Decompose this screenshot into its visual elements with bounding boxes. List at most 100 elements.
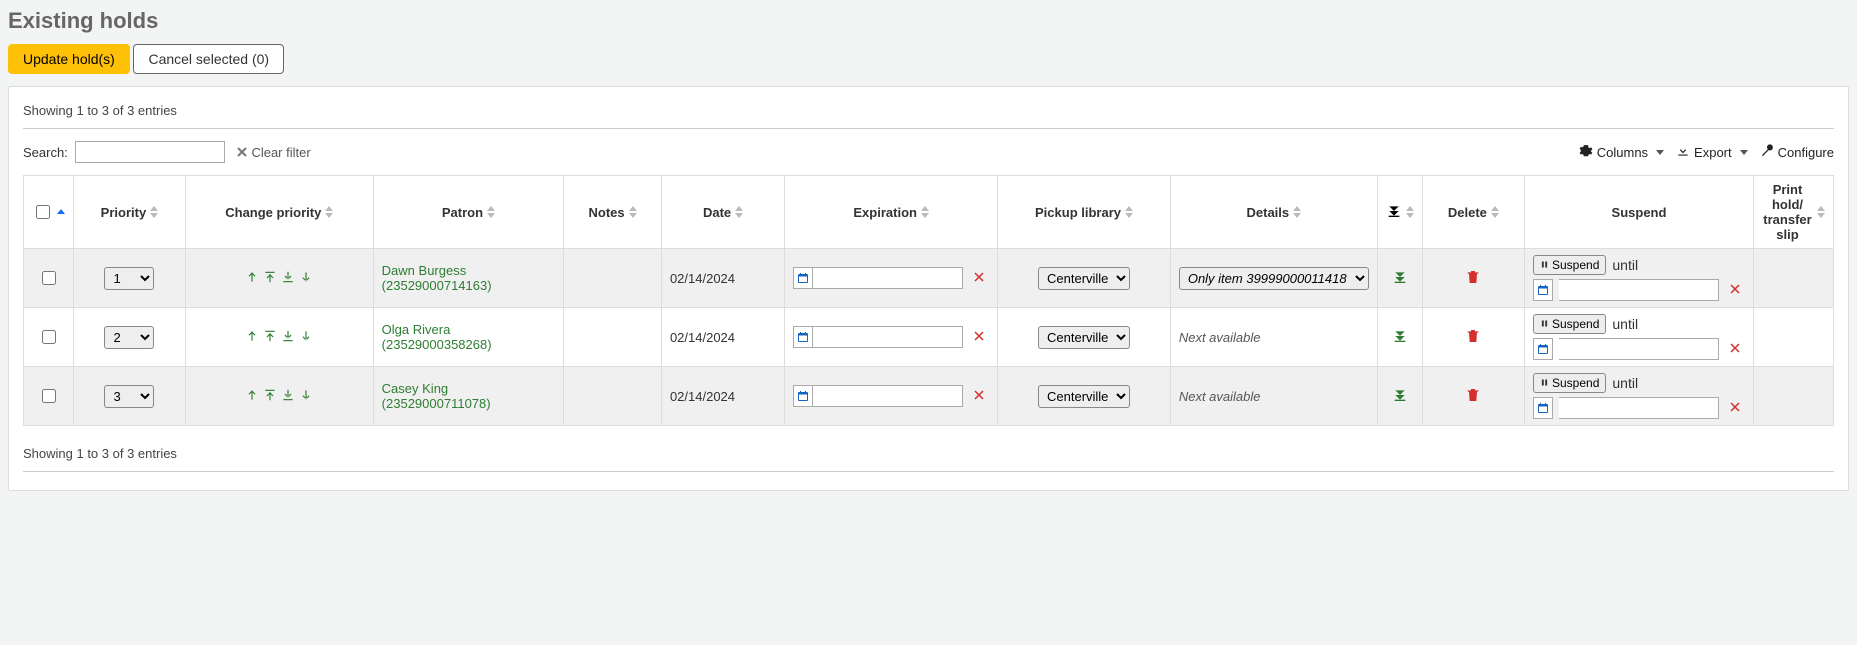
entries-info-bottom: Showing 1 to 3 of 3 entries (23, 440, 1834, 467)
export-dropdown[interactable]: Export (1676, 144, 1748, 161)
col-print-label: Print hold/ transfer slip (1762, 182, 1813, 242)
date-cell: 02/14/2024 (661, 249, 784, 308)
clear-suspend-icon[interactable] (1725, 401, 1745, 416)
col-change-priority-label: Change priority (225, 205, 321, 220)
calendar-icon[interactable] (793, 326, 813, 348)
col-change-priority[interactable]: Change priority (185, 176, 373, 249)
col-details[interactable]: Details (1170, 176, 1377, 249)
suspend-until-input[interactable] (1559, 338, 1719, 360)
table-row: 2Olga Rivera(23529000358268)02/14/2024Ce… (24, 308, 1834, 367)
calendar-icon[interactable] (1533, 397, 1553, 419)
expiration-input[interactable] (813, 385, 963, 407)
lowest-priority-icon[interactable] (1392, 273, 1408, 288)
table-row: 1 Dawn Burgess(23529000714163) 02/14/2024 C… (24, 249, 1834, 308)
move-up-icon[interactable] (245, 329, 259, 343)
clear-expiration-icon[interactable] (969, 330, 989, 345)
move-down-icon[interactable] (299, 388, 313, 402)
suspend-until-input[interactable] (1559, 279, 1719, 301)
separator (23, 128, 1834, 129)
calendar-icon[interactable] (793, 267, 813, 289)
x-icon (237, 145, 247, 160)
col-patron[interactable]: Patron (373, 176, 564, 249)
clear-suspend-icon[interactable] (1725, 342, 1745, 357)
priority-select[interactable]: 2 (104, 326, 154, 349)
columns-dropdown[interactable]: Columns (1579, 144, 1664, 161)
until-label: until (1612, 316, 1638, 332)
col-priority[interactable]: Priority (74, 176, 186, 249)
row-checkbox[interactable] (42, 271, 56, 285)
suspend-button-label: Suspend (1552, 317, 1599, 331)
col-details-label: Details (1247, 205, 1290, 220)
suspend-until-input[interactable] (1559, 397, 1719, 419)
patron-code: (23529000714163) (382, 278, 492, 293)
delete-icon[interactable] (1465, 332, 1481, 347)
col-checkbox[interactable] (24, 176, 74, 249)
expiration-input[interactable] (813, 326, 963, 348)
move-bottom-icon[interactable] (281, 388, 295, 402)
notes-cell (564, 367, 662, 426)
patron-link[interactable]: Olga Rivera (382, 322, 451, 337)
chevron-down-icon (1740, 150, 1748, 155)
move-top-icon[interactable] (263, 270, 277, 284)
search-input[interactable] (75, 141, 225, 163)
col-print-slip[interactable]: Print hold/ transfer slip (1754, 176, 1834, 249)
cancel-selected-button[interactable]: Cancel selected (0) (133, 44, 284, 74)
chevron-down-icon (1656, 150, 1664, 155)
row-checkbox[interactable] (42, 389, 56, 403)
pickup-library-select[interactable]: Centerville (1038, 385, 1130, 408)
move-down-icon[interactable] (299, 329, 313, 343)
calendar-icon[interactable] (1533, 279, 1553, 301)
move-bottom-icon[interactable] (281, 270, 295, 284)
move-bottom-icon[interactable] (281, 329, 295, 343)
col-pickup[interactable]: Pickup library (998, 176, 1171, 249)
delete-icon[interactable] (1465, 391, 1481, 406)
move-down-icon[interactable] (299, 270, 313, 284)
columns-label: Columns (1597, 145, 1648, 160)
priority-select[interactable]: 3 (104, 385, 154, 408)
delete-icon[interactable] (1465, 273, 1481, 288)
move-top-icon[interactable] (263, 388, 277, 402)
clear-suspend-icon[interactable] (1725, 283, 1745, 298)
pickup-library-select[interactable]: Centerville (1038, 267, 1130, 290)
clear-expiration-icon[interactable] (969, 389, 989, 404)
pickup-library-select[interactable]: Centerville (1038, 326, 1130, 349)
col-date-label: Date (703, 205, 731, 220)
col-notes-label: Notes (589, 205, 625, 220)
suspend-button-label: Suspend (1552, 376, 1599, 390)
move-up-icon[interactable] (245, 388, 259, 402)
clear-filter-link[interactable]: Clear filter (237, 145, 310, 160)
date-cell: 02/14/2024 (661, 308, 784, 367)
move-up-icon[interactable] (245, 270, 259, 284)
clear-expiration-icon[interactable] (969, 271, 989, 286)
col-suspend[interactable]: Suspend (1525, 176, 1754, 249)
patron-link[interactable]: Dawn Burgess (382, 263, 467, 278)
notes-cell (564, 308, 662, 367)
suspend-button[interactable]: Suspend (1533, 373, 1606, 393)
lowest-priority-icon[interactable] (1392, 391, 1408, 406)
patron-link[interactable]: Casey King (382, 381, 448, 396)
calendar-icon[interactable] (1533, 338, 1553, 360)
col-delete[interactable]: Delete (1422, 176, 1524, 249)
row-checkbox[interactable] (42, 330, 56, 344)
wrench-icon (1760, 144, 1774, 161)
col-date[interactable]: Date (661, 176, 784, 249)
expiration-input[interactable] (813, 267, 963, 289)
patron-code: (23529000711078) (382, 396, 491, 411)
priority-select[interactable]: 1 (104, 267, 154, 290)
details-select[interactable]: Only item 39999000011418 (1179, 267, 1369, 290)
suspend-button[interactable]: Suspend (1533, 255, 1606, 275)
col-notes[interactable]: Notes (564, 176, 662, 249)
select-all-checkbox[interactable] (36, 205, 50, 219)
until-label: until (1612, 375, 1638, 391)
calendar-icon[interactable] (793, 385, 813, 407)
move-top-icon[interactable] (263, 329, 277, 343)
col-patron-label: Patron (442, 205, 483, 220)
pause-icon (1540, 258, 1549, 272)
holds-card: Showing 1 to 3 of 3 entries Search: Clea… (8, 86, 1849, 491)
lowest-priority-icon[interactable] (1392, 332, 1408, 347)
suspend-button[interactable]: Suspend (1533, 314, 1606, 334)
update-holds-button[interactable]: Update hold(s) (8, 44, 130, 74)
col-expiration[interactable]: Expiration (785, 176, 998, 249)
configure-link[interactable]: Configure (1760, 144, 1834, 161)
col-lowest-priority[interactable] (1377, 176, 1422, 249)
